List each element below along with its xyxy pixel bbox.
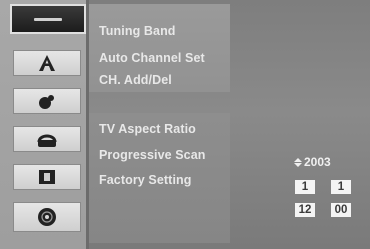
up-down-arrows-icon bbox=[294, 157, 302, 167]
minute-field[interactable]: 00 bbox=[331, 203, 351, 217]
sidebar bbox=[0, 0, 89, 249]
sidebar-item-display[interactable] bbox=[13, 88, 81, 114]
setup-menu-screen: Tuning Band Auto Channel Set CH. Add/Del… bbox=[0, 0, 370, 249]
menu-bar-icon bbox=[34, 17, 62, 21]
sidebar-item-disc[interactable] bbox=[13, 202, 81, 232]
sidebar-item-audio[interactable] bbox=[13, 126, 81, 152]
audio-headphones-icon bbox=[37, 134, 57, 147]
display-shapes-icon bbox=[39, 95, 54, 109]
menu-item-progressive-scan[interactable]: Progressive Scan bbox=[99, 148, 206, 162]
menu-item-ch-add-del[interactable]: CH. Add/Del bbox=[99, 73, 172, 87]
hour-field[interactable]: 12 bbox=[295, 203, 315, 217]
year-value: 2003 bbox=[304, 155, 331, 169]
sidebar-item-general[interactable] bbox=[10, 4, 86, 34]
sidebar-item-language[interactable] bbox=[13, 50, 81, 76]
menu-item-factory-setting[interactable]: Factory Setting bbox=[99, 173, 192, 187]
record-film-icon bbox=[39, 170, 55, 184]
menu-item-tv-aspect-ratio[interactable]: TV Aspect Ratio bbox=[99, 122, 196, 136]
language-a-icon bbox=[39, 55, 55, 71]
month-field[interactable]: 1 bbox=[295, 180, 315, 194]
disc-icon bbox=[38, 208, 56, 226]
menu-item-tuning-band[interactable]: Tuning Band bbox=[99, 24, 176, 38]
menu-item-auto-channel-set[interactable]: Auto Channel Set bbox=[99, 51, 205, 65]
day-field[interactable]: 1 bbox=[331, 180, 351, 194]
sidebar-item-record[interactable] bbox=[13, 164, 81, 190]
year-field[interactable]: 2003 bbox=[294, 155, 331, 169]
